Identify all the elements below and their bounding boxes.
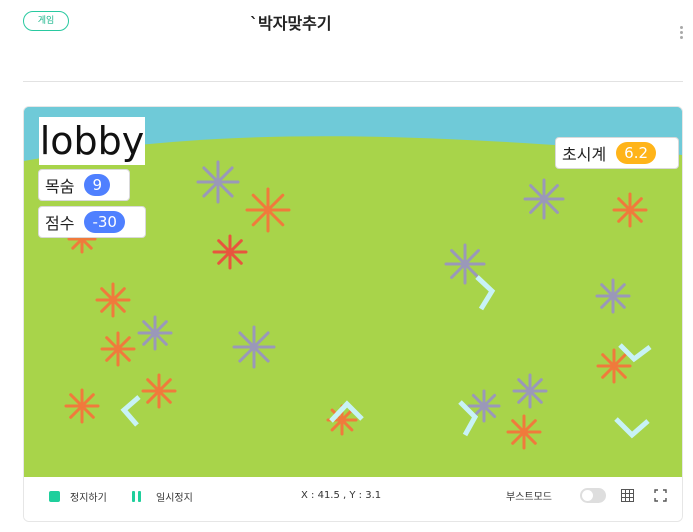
timer-variable-value: 6.2 xyxy=(616,142,657,164)
lives-variable-value: 9 xyxy=(84,174,110,196)
grid-icon[interactable] xyxy=(621,489,634,502)
score-variable: 점수 -30 xyxy=(38,206,146,238)
timer-variable-name: 초시계 xyxy=(562,145,607,164)
boost-mode-label: 부스트모드 xyxy=(506,492,552,503)
flower-sprite xyxy=(595,278,631,314)
game-stage[interactable]: lobby 목숨 9 점수 -30 초시계 6.2 xyxy=(24,107,682,477)
boost-mode-toggle[interactable] xyxy=(580,488,606,503)
lives-variable-name: 목숨 xyxy=(45,177,75,196)
stop-icon xyxy=(49,491,60,502)
flower-sprite xyxy=(245,187,291,233)
flower-sprite xyxy=(196,160,240,204)
divider xyxy=(23,81,683,82)
fullscreen-icon[interactable] xyxy=(654,489,667,502)
pause-label: 일시정지 xyxy=(156,493,193,504)
flower-sprite xyxy=(523,178,565,220)
control-bar: 정지하기 일시정지 X : 41.5 , Y : 3.1 부스트모드 xyxy=(24,477,682,521)
more-vertical-icon[interactable] xyxy=(676,26,686,44)
timer-variable: 초시계 6.2 xyxy=(555,137,679,169)
flower-sprite xyxy=(212,234,248,270)
score-variable-value: -30 xyxy=(84,211,125,233)
coordinate-readout: X : 41.5 , Y : 3.1 xyxy=(301,490,382,501)
flower-sprite xyxy=(100,331,136,367)
pause-icon xyxy=(132,491,144,502)
category-badge[interactable]: 게임 xyxy=(23,11,69,31)
flower-sprite xyxy=(596,348,632,384)
lives-variable: 목숨 9 xyxy=(38,169,130,201)
lobby-label: lobby xyxy=(39,117,145,165)
flower-sprite xyxy=(64,388,100,424)
project-title: `박자맞추기 xyxy=(250,14,332,33)
score-variable-name: 점수 xyxy=(45,214,75,233)
stop-label: 정지하기 xyxy=(70,493,107,504)
pause-button[interactable]: 일시정지 xyxy=(132,489,193,504)
flower-sprite xyxy=(141,373,177,409)
flower-sprite xyxy=(232,325,276,369)
flower-sprite xyxy=(95,282,131,318)
stop-button[interactable]: 정지하기 xyxy=(49,489,107,504)
app-root: 게임 `박자맞추기 lobby 목숨 9 점수 -30 초시계 6.2 정지하기… xyxy=(0,0,693,532)
stage-frame: lobby 목숨 9 점수 -30 초시계 6.2 정지하기 일시정지 X: … xyxy=(23,106,683,522)
flower-sprite xyxy=(612,192,648,228)
flower-sprite xyxy=(512,373,548,409)
flower-sprite xyxy=(137,315,173,351)
header: 게임 `박자맞추기 xyxy=(0,0,693,80)
flower-sprite xyxy=(506,414,542,450)
